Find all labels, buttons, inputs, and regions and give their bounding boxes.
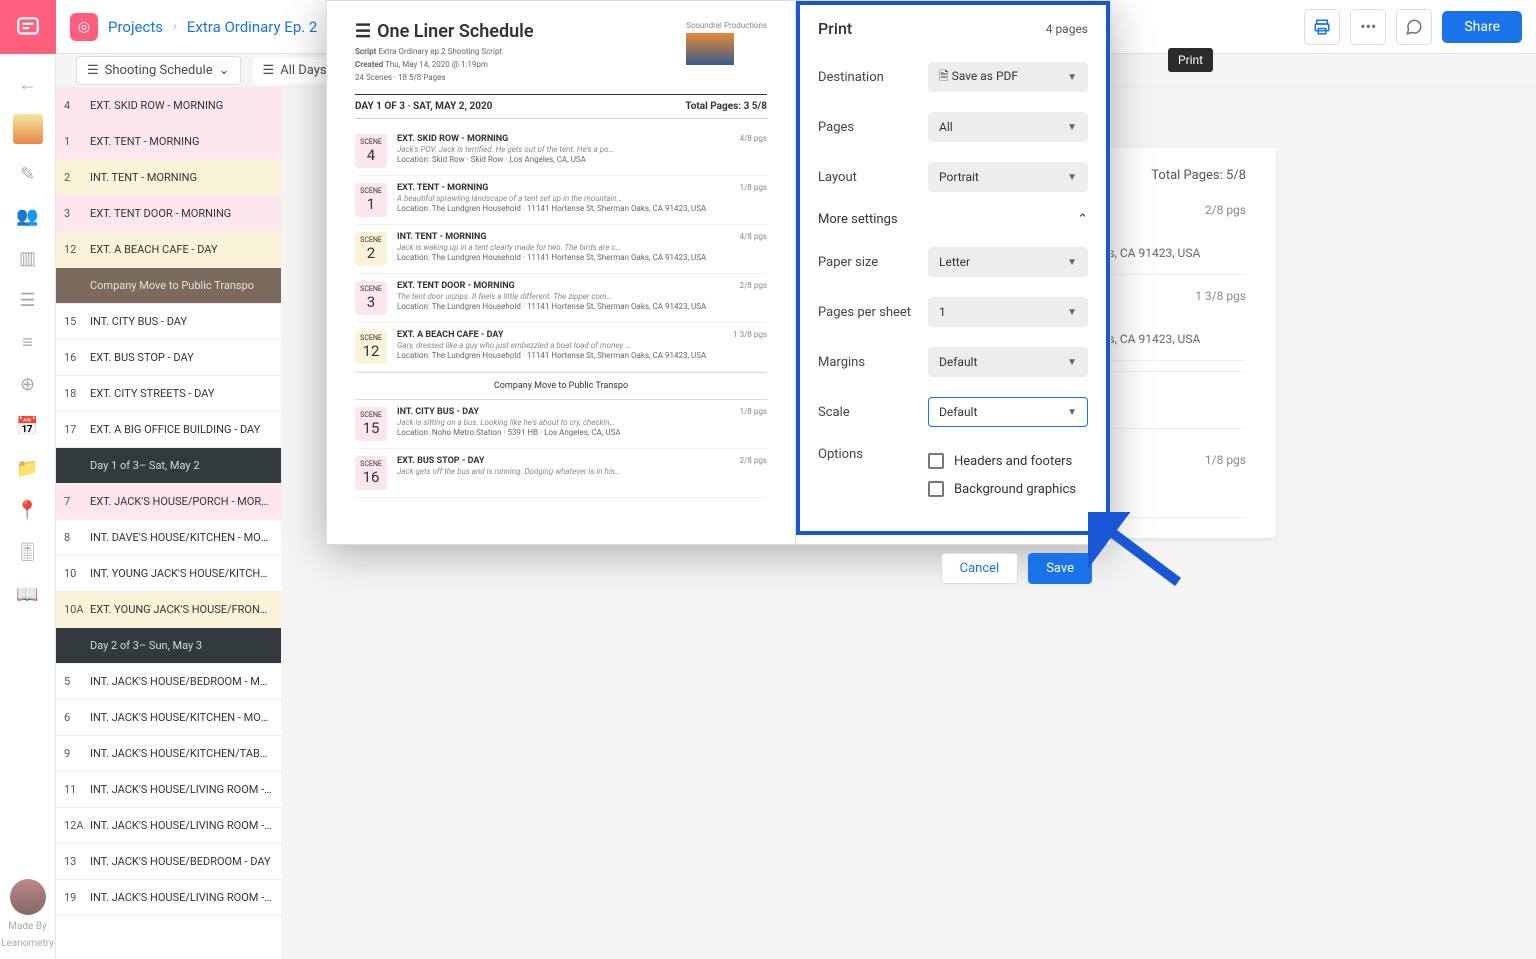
print-preview: ☰One Liner Schedule Script Extra Ordinar… (327, 1, 795, 544)
scene-row[interactable]: 5INT. JACK'S HOUSE/BEDROOM - MORNING (56, 664, 281, 700)
margins-select[interactable]: Default▼ (928, 347, 1088, 377)
breadcrumb-projects[interactable]: Projects (108, 18, 163, 36)
more-button[interactable]: ••• (1350, 9, 1386, 45)
print-button[interactable] (1304, 9, 1340, 45)
scene-row[interactable]: 4EXT. SKID ROW - MORNING (56, 88, 281, 124)
print-dialog: ☰One Liner Schedule Script Extra Ordinar… (326, 0, 1111, 545)
calendar-icon[interactable]: 📅 (16, 414, 40, 438)
checkbox-icon[interactable] (928, 481, 944, 497)
day-heading: DAY 1 OF 3 · SAT, MAY 2, 2020 (355, 101, 492, 112)
chevron-right-icon: › (173, 19, 177, 34)
scale-select[interactable]: Default▼ (928, 397, 1088, 427)
preview-scene: SCENE15INT. CITY BUS - DAY1/8 pgsJack is… (355, 400, 767, 449)
cancel-button[interactable]: Cancel (941, 553, 1019, 584)
globe-icon[interactable]: ⊕ (16, 372, 40, 396)
book-icon[interactable]: 📖 (16, 582, 40, 606)
company-logo: Scoundrel Productions (686, 21, 767, 65)
preview-scene: SCENE12EXT. A BEACH CAFE - DAY1 3/8 pgsG… (355, 323, 767, 372)
scene-row[interactable]: 11INT. JACK'S HOUSE/LIVING ROOM - DAY (56, 772, 281, 808)
schedule-select[interactable]: ☰Shooting Schedule⌄ (76, 56, 241, 85)
sliders-icon[interactable]: 🎚 (16, 540, 40, 564)
label-paper: Paper size (818, 255, 878, 270)
scene-row[interactable]: 13INT. JACK'S HOUSE/BEDROOM - DAY (56, 844, 281, 880)
pages-select[interactable]: All▼ (928, 112, 1088, 142)
label-layout: Layout (818, 170, 857, 185)
chat-button[interactable] (1396, 9, 1432, 45)
scene-row[interactable]: Day 1 of 3– Sat, May 2 (56, 448, 281, 484)
scene-row[interactable]: 10AEXT. YOUNG JACK'S HOUSE/FRONT LAWN - … (56, 592, 281, 628)
scene-list: 4EXT. SKID ROW - MORNING1EXT. TENT - MOR… (56, 88, 281, 959)
left-rail: ← ✎ 👥 ▥ ☰ ≡ ⊕ 📅 📁 📍 🎚 📖 Made By Leanomet… (0, 0, 56, 959)
days-filter[interactable]: ☰All Days (253, 57, 337, 84)
callout-arrow (1088, 512, 1188, 592)
chevron-up-icon: ⌃ (1077, 212, 1088, 227)
bg-checkbox-row[interactable]: Background graphics (928, 475, 1088, 503)
scene-row[interactable]: 12EXT. A BEACH CAFE - DAY (56, 232, 281, 268)
breadcrumb-project[interactable]: Extra Ordinary Ep. 2 (187, 18, 317, 36)
scene-row[interactable]: 16EXT. BUS STOP - DAY (56, 340, 281, 376)
save-button[interactable]: Save (1028, 553, 1092, 584)
scene-row[interactable]: Day 2 of 3– Sun, May 3 (56, 628, 281, 664)
layers-icon[interactable]: ☰ (16, 288, 40, 312)
print-tooltip: Print (1168, 48, 1213, 72)
label-pages: Pages (818, 120, 854, 135)
preview-scene: SCENE1EXT. TENT - MORNING1/8 pgsA beauti… (355, 176, 767, 225)
list-icon[interactable]: ≡ (16, 330, 40, 354)
scene-row[interactable]: 10INT. YOUNG JACK'S HOUSE/KITCHEN/TABLE … (56, 556, 281, 592)
label-options: Options (818, 447, 863, 462)
more-settings-toggle[interactable]: More settings⌃ (818, 202, 1088, 237)
label-scale: Scale (818, 405, 850, 420)
footer-madeby: Made By (8, 921, 47, 932)
label-margins: Margins (818, 355, 865, 370)
scene-row[interactable]: 7EXT. JACK'S HOUSE/PORCH - MORNING (56, 484, 281, 520)
scene-row[interactable]: 9INT. JACK'S HOUSE/KITCHEN/TABLE - DAY (56, 736, 281, 772)
scene-row[interactable]: 2INT. TENT - MORNING (56, 160, 281, 196)
preview-scene: SCENE3EXT. TENT DOOR - MORNING2/8 pgsThe… (355, 274, 767, 323)
total-pages-label: Total Pages: 3 5/8 (685, 101, 767, 112)
scene-row[interactable]: 19INT. JACK'S HOUSE/LIVING ROOM - DAY (56, 880, 281, 916)
back-icon[interactable]: ← (16, 72, 40, 96)
scene-row[interactable]: 6INT. JACK'S HOUSE/KITCHEN - MORNING (56, 700, 281, 736)
users-icon[interactable]: 👥 (16, 204, 40, 228)
preview-company-move: Company Move to Public Transpo (355, 372, 767, 400)
scene-row[interactable]: Company Move to Public Transpo (56, 268, 281, 304)
pps-select[interactable]: 1▼ (928, 297, 1088, 327)
scene-row[interactable]: 12AINT. JACK'S HOUSE/LIVING ROOM - DAY (56, 808, 281, 844)
scene-row[interactable]: 3EXT. TENT DOOR - MORNING (56, 196, 281, 232)
board-icon[interactable]: ▥ (16, 246, 40, 270)
preview-scene: SCENE2INT. TENT - MORNING4/8 pgsJack is … (355, 225, 767, 274)
scene-row[interactable]: 15INT. CITY BUS - DAY (56, 304, 281, 340)
label-destination: Destination (818, 70, 884, 85)
label-pps: Pages per sheet (818, 305, 911, 320)
folder-icon[interactable]: 📁 (16, 456, 40, 480)
scene-row[interactable]: 18EXT. CITY STREETS - DAY (56, 376, 281, 412)
share-button[interactable]: Share (1442, 11, 1522, 43)
app-logo[interactable] (0, 0, 56, 54)
destination-select[interactable]: 🗎 Save as PDF▼ (928, 62, 1088, 92)
project-icon[interactable]: ◎ (70, 13, 98, 41)
scene-row[interactable]: 1EXT. TENT - MORNING (56, 124, 281, 160)
checkbox-icon[interactable] (928, 453, 944, 469)
pin-icon[interactable]: 📍 (16, 498, 40, 522)
scene-row[interactable]: 8INT. DAVE'S HOUSE/KITCHEN - MORNING (56, 520, 281, 556)
headers-checkbox-row[interactable]: Headers and footers (928, 447, 1088, 475)
preview-scene: SCENE16EXT. BUS STOP - DAY2/8 pgsJack ge… (355, 449, 767, 498)
preview-title: ☰One Liner Schedule (355, 21, 534, 42)
footer-brand: Leanometry (1, 938, 54, 949)
layout-select[interactable]: Portrait▼ (928, 162, 1088, 192)
print-sheet-count: 4 pages (1046, 22, 1088, 36)
preview-scene: SCENE4EXT. SKID ROW - MORNING4/8 pgsJack… (355, 127, 767, 176)
paper-select[interactable]: Letter▼ (928, 247, 1088, 277)
project-thumb[interactable] (13, 114, 43, 144)
print-title: Print (818, 19, 852, 38)
pencil-icon[interactable]: ✎ (16, 162, 40, 186)
avatar[interactable] (10, 879, 46, 915)
scene-row[interactable]: 17EXT. A BIG OFFICE BUILDING - DAY (56, 412, 281, 448)
print-panel: Print 4 pages Destination 🗎 Save as PDF▼… (795, 1, 1110, 544)
